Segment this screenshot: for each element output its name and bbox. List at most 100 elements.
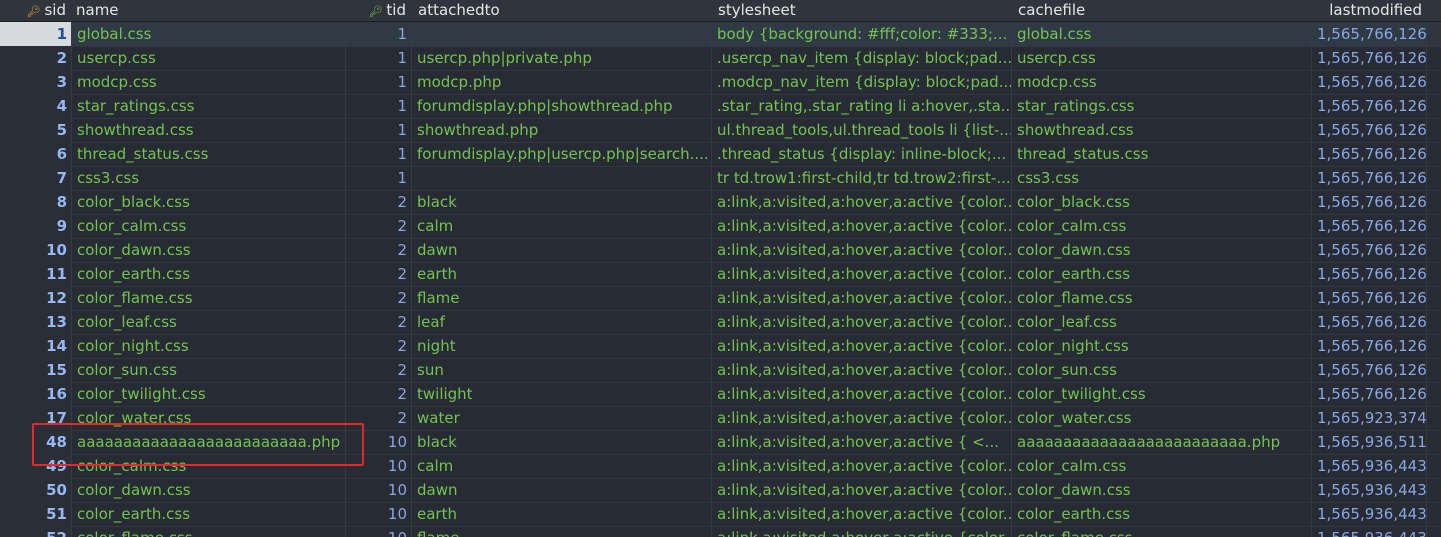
cell-lastmodified[interactable]: 1,565,766,126 (1312, 310, 1427, 334)
cell-attachedto[interactable]: leaf (412, 310, 712, 334)
cell-cachefile[interactable]: color_night.css (1012, 334, 1312, 358)
cell-attachedto[interactable]: night (412, 334, 712, 358)
cell-cachefile[interactable]: color_twilight.css (1012, 382, 1312, 406)
cell-lastmodified[interactable]: 1,565,766,126 (1312, 334, 1427, 358)
cell-name[interactable]: color_calm.css (72, 454, 346, 478)
cell-lastmodified[interactable]: 1,565,936,511 (1312, 430, 1427, 454)
cell-cachefile[interactable]: color_flame.css (1012, 526, 1312, 537)
table-row[interactable]: 13 color_leaf.css 2 leaf a:link,a:visited,a:… (0, 310, 1441, 335)
cell-stylesheet[interactable]: a:link,a:visited,a:hover,a:active {color… (712, 262, 1012, 286)
cell-attachedto[interactable]: dawn (412, 478, 712, 502)
cell-name[interactable]: color_leaf.css (72, 310, 346, 334)
cell-name[interactable]: color_earth.css (72, 262, 346, 286)
table-row[interactable]: 12 color_flame.css 2 flame a:link,a:visited,… (0, 286, 1441, 311)
cell-lastmodified[interactable]: 1,565,766,126 (1312, 190, 1427, 214)
cell-sid[interactable]: 9 (0, 214, 72, 238)
cell-lastmodified[interactable]: 1,565,766,126 (1312, 70, 1427, 94)
cell-name[interactable]: color_dawn.css (72, 478, 346, 502)
cell-attachedto[interactable]: black (412, 430, 712, 454)
cell-tid[interactable]: 10 (346, 478, 412, 502)
cell-stylesheet[interactable]: .thread_status {display: inline-block;..… (712, 142, 1012, 166)
table-row[interactable]: 9 color_calm.css 2 calm a:link,a:visited,a:h… (0, 214, 1441, 239)
cell-lastmodified[interactable]: 1,565,766,126 (1312, 118, 1427, 142)
cell-lastmodified[interactable]: 1,565,766,126 (1312, 238, 1427, 262)
column-header-tid[interactable]: 🔑︎ tid (346, 0, 406, 21)
table-row[interactable]: 3 modcp.css 1 modcp.php .modcp_nav_item {dis… (0, 70, 1441, 95)
cell-cachefile[interactable]: color_water.css (1012, 406, 1312, 430)
cell-cachefile[interactable]: showthread.css (1012, 118, 1312, 142)
cell-name[interactable]: css3.css (72, 166, 346, 190)
cell-tid[interactable]: 1 (346, 142, 412, 166)
column-header-stylesheet[interactable]: stylesheet (718, 0, 796, 21)
column-header-lastmodified[interactable]: lastmodified (1312, 0, 1422, 21)
cell-attachedto[interactable]: dawn (412, 238, 712, 262)
cell-stylesheet[interactable]: a:link,a:visited,a:hover,a:active {color… (712, 286, 1012, 310)
cell-sid[interactable]: 6 (0, 142, 72, 166)
cell-tid[interactable]: 2 (346, 406, 412, 430)
cell-cachefile[interactable]: global.css (1012, 22, 1312, 46)
cell-sid[interactable]: 2 (0, 46, 72, 70)
cell-attachedto[interactable]: calm (412, 454, 712, 478)
cell-tid[interactable]: 10 (346, 430, 412, 454)
cell-lastmodified[interactable]: 1,565,923,374 (1312, 406, 1427, 430)
cell-tid[interactable]: 10 (346, 526, 412, 537)
cell-cachefile[interactable]: color_dawn.css (1012, 478, 1312, 502)
cell-tid[interactable]: 1 (346, 94, 412, 118)
table-row[interactable]: 10 color_dawn.css 2 dawn a:link,a:visited,a:… (0, 238, 1441, 263)
cell-tid[interactable]: 2 (346, 382, 412, 406)
table-row[interactable]: 11 color_earth.css 2 earth a:link,a:visited,… (0, 262, 1441, 287)
table-row[interactable]: 6 thread_status.css 1 forumdisplay.php|user… (0, 142, 1441, 167)
cell-sid[interactable]: 17 (0, 406, 72, 430)
cell-stylesheet[interactable]: a:link,a:visited,a:hover,a:active {color… (712, 502, 1012, 526)
cell-lastmodified[interactable]: 1,565,766,126 (1312, 46, 1427, 70)
cell-name[interactable]: global.css (72, 22, 346, 46)
cell-name[interactable]: color_calm.css (72, 214, 346, 238)
cell-sid[interactable]: 12 (0, 286, 72, 310)
table-row[interactable]: 49 color_calm.css 10 calm a:link,a:visited,a… (0, 454, 1441, 479)
cell-stylesheet[interactable]: a:link,a:visited,a:hover,a:active { <... (712, 430, 1012, 454)
cell-stylesheet[interactable]: .modcp_nav_item {display: block;pad... (712, 70, 1012, 94)
cell-attachedto[interactable] (412, 166, 712, 190)
cell-cachefile[interactable]: css3.css (1012, 166, 1312, 190)
cell-tid[interactable]: 10 (346, 502, 412, 526)
cell-cachefile[interactable]: color_sun.css (1012, 358, 1312, 382)
cell-cachefile[interactable]: color_earth.css (1012, 262, 1312, 286)
cell-stylesheet[interactable]: body {background: #fff;color: #333;... (712, 22, 1012, 46)
cell-tid[interactable]: 2 (346, 286, 412, 310)
cell-sid[interactable]: 52 (0, 526, 72, 537)
cell-stylesheet[interactable]: a:link,a:visited,a:hover,a:active {color… (712, 382, 1012, 406)
cell-tid[interactable]: 1 (346, 46, 412, 70)
cell-cachefile[interactable]: color_calm.css (1012, 214, 1312, 238)
cell-name[interactable]: usercp.css (72, 46, 346, 70)
cell-stylesheet[interactable]: a:link,a:visited,a:hover,a:active {color… (712, 238, 1012, 262)
cell-name[interactable]: color_black.css (72, 190, 346, 214)
cell-attachedto[interactable]: flame (412, 526, 712, 537)
cell-lastmodified[interactable]: 1,565,766,126 (1312, 214, 1427, 238)
cell-sid[interactable]: 13 (0, 310, 72, 334)
data-grid[interactable]: 🔑︎ sid name 🔑︎ tid attachedto stylesheet c… (0, 0, 1441, 537)
table-row[interactable]: 7 css3.css 1 tr td.trow1:first-child,tr td.… (0, 166, 1441, 191)
cell-name[interactable]: showthread.css (72, 118, 346, 142)
cell-attachedto[interactable]: forumdisplay.php|usercp.php|search.... (412, 142, 712, 166)
cell-tid[interactable]: 2 (346, 262, 412, 286)
cell-stylesheet[interactable]: ul.thread_tools,ul.thread_tools li {list… (712, 118, 1012, 142)
cell-lastmodified[interactable]: 1,565,766,126 (1312, 262, 1427, 286)
cell-tid[interactable]: 2 (346, 334, 412, 358)
cell-tid[interactable]: 1 (346, 118, 412, 142)
cell-cachefile[interactable]: color_flame.css (1012, 286, 1312, 310)
cell-stylesheet[interactable]: a:link,a:visited,a:hover,a:active {color… (712, 358, 1012, 382)
cell-sid[interactable]: 48 (0, 430, 72, 454)
cell-attachedto[interactable]: flame (412, 286, 712, 310)
cell-sid[interactable]: 15 (0, 358, 72, 382)
table-row[interactable]: 14 color_night.css 2 night a:link,a:visited,… (0, 334, 1441, 359)
table-row[interactable]: 48 aaaaaaaaaaaaaaaaaaaaaaaaa.php 10 black a:… (0, 430, 1441, 455)
table-row[interactable]: 1 global.css 1 body {background: #fff;color… (0, 22, 1441, 47)
cell-sid[interactable]: 16 (0, 382, 72, 406)
cell-lastmodified[interactable]: 1,565,766,126 (1312, 286, 1427, 310)
cell-name[interactable]: color_sun.css (72, 358, 346, 382)
cell-cachefile[interactable]: color_calm.css (1012, 454, 1312, 478)
column-header-cachefile[interactable]: cachefile (1018, 0, 1085, 21)
cell-sid[interactable]: 1 (0, 22, 72, 46)
cell-stylesheet[interactable]: a:link,a:visited,a:hover,a:active {color… (712, 526, 1012, 537)
cell-tid[interactable]: 2 (346, 214, 412, 238)
